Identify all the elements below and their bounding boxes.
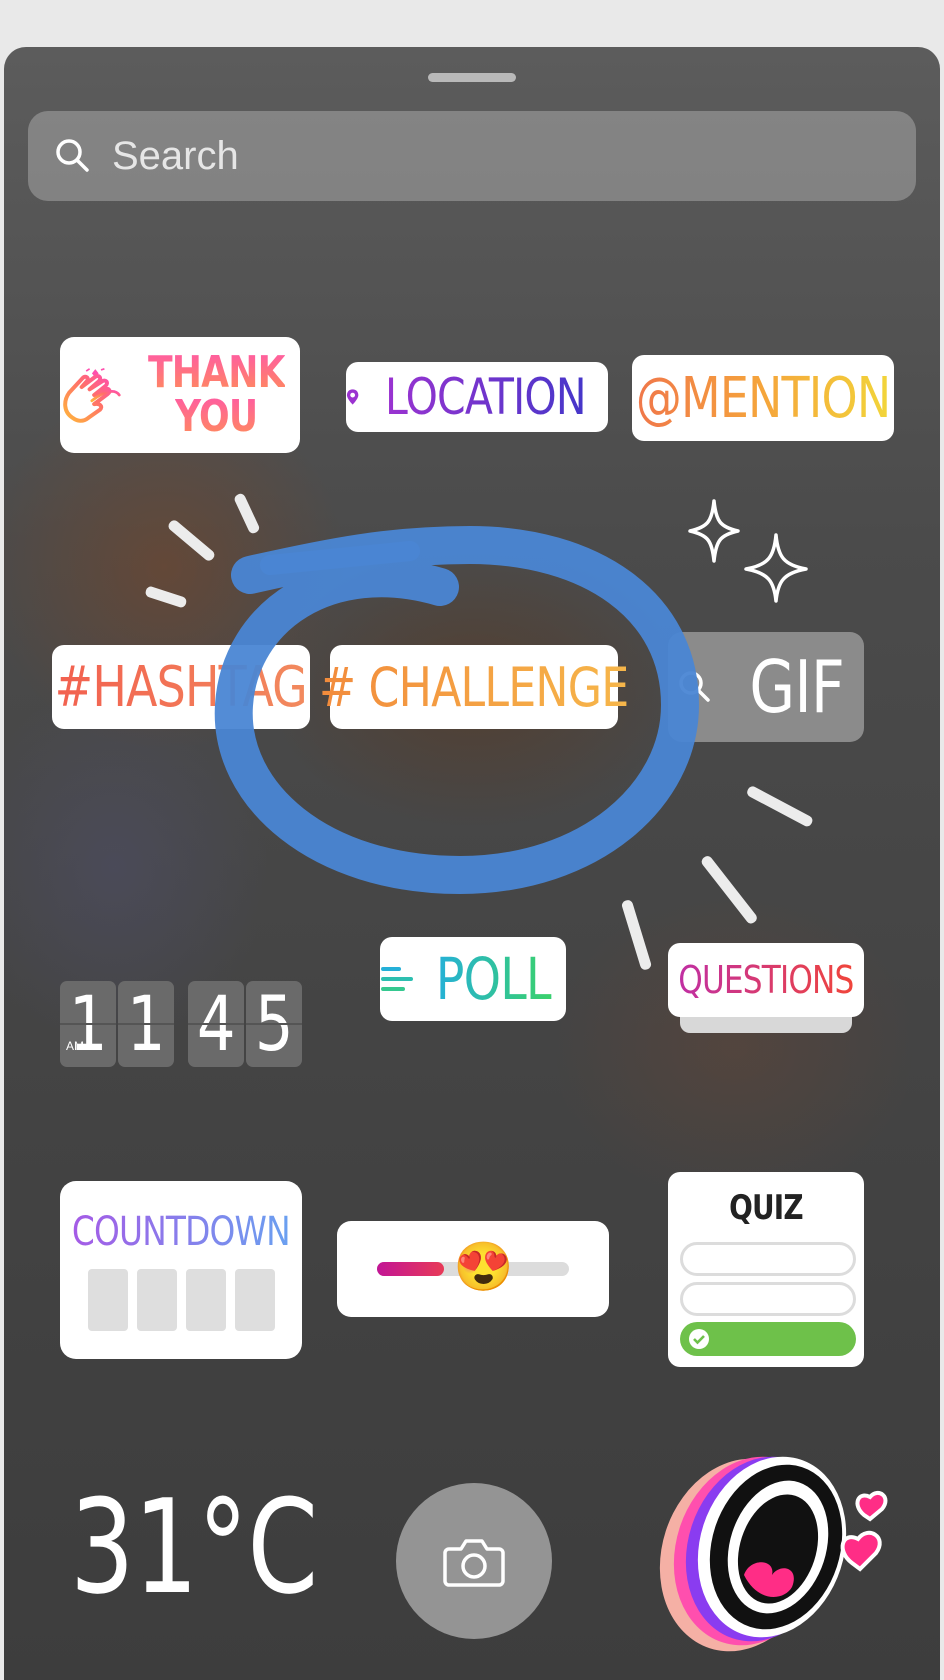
- mention-label: @MENTION: [635, 365, 891, 431]
- search-input[interactable]: [110, 132, 814, 180]
- questions-label: QUESTIONS: [678, 958, 854, 1002]
- countdown-sticker[interactable]: COUNTDOWN: [60, 1181, 302, 1359]
- camera-icon: [443, 1539, 505, 1587]
- questions-sticker[interactable]: QUESTIONS: [668, 943, 864, 1035]
- gif-label: GIF: [749, 645, 845, 729]
- thank-you-line2: YOU: [175, 391, 258, 442]
- temperature-label: 31°C: [70, 1471, 318, 1623]
- quiz-label: QUIZ: [729, 1188, 803, 1228]
- temperature-sticker[interactable]: 31°C: [70, 1477, 387, 1617]
- search-bar[interactable]: [28, 111, 916, 201]
- check-icon: [689, 1329, 709, 1349]
- quiz-option: [680, 1282, 856, 1316]
- countdown-label: COUNTDOWN: [72, 1209, 291, 1255]
- time-digit: 5: [246, 981, 302, 1067]
- location-pin-icon: [346, 389, 359, 405]
- location-label: LOCATION: [385, 368, 586, 426]
- slider-fill: [377, 1262, 445, 1276]
- poll-lines-icon: [381, 967, 414, 991]
- decor-stroke: [166, 518, 217, 563]
- camera-sticker[interactable]: [396, 1483, 552, 1639]
- time-digit: 1: [118, 981, 174, 1067]
- sticker-tray: THANK YOU LOCATION @MENTION #HASHTAG # C…: [4, 47, 940, 1680]
- poll-sticker[interactable]: POLL: [380, 937, 566, 1021]
- time-digit: 4: [188, 981, 244, 1067]
- time-digit: AM 1: [60, 981, 116, 1067]
- poll-label: POLL: [436, 945, 553, 1013]
- decor-stroke: [144, 585, 188, 609]
- thank-you-line1: THANK: [148, 347, 286, 398]
- decor-stroke: [745, 784, 815, 829]
- search-icon: [56, 139, 89, 172]
- slider-track[interactable]: 😍: [377, 1241, 569, 1294]
- countdown-boxes: [87, 1269, 275, 1331]
- heart-eyes-emoji-icon[interactable]: 😍: [454, 1238, 514, 1298]
- screaming-sticker[interactable]: [640, 1445, 900, 1655]
- thank-you-sticker[interactable]: THANK YOU: [60, 337, 300, 453]
- quiz-option-correct: [680, 1322, 856, 1356]
- mention-sticker[interactable]: @MENTION: [632, 355, 894, 441]
- questions-card: QUESTIONS: [668, 943, 864, 1017]
- clapping-hands-icon: [63, 367, 121, 423]
- quiz-sticker[interactable]: QUIZ: [668, 1172, 864, 1367]
- hearts-icon: [840, 1490, 888, 1572]
- drag-handle[interactable]: [428, 73, 516, 82]
- emoji-slider-sticker[interactable]: 😍: [337, 1221, 609, 1317]
- location-sticker[interactable]: LOCATION: [346, 362, 608, 432]
- annotation-circle: [214, 525, 700, 895]
- quiz-option: [680, 1242, 856, 1276]
